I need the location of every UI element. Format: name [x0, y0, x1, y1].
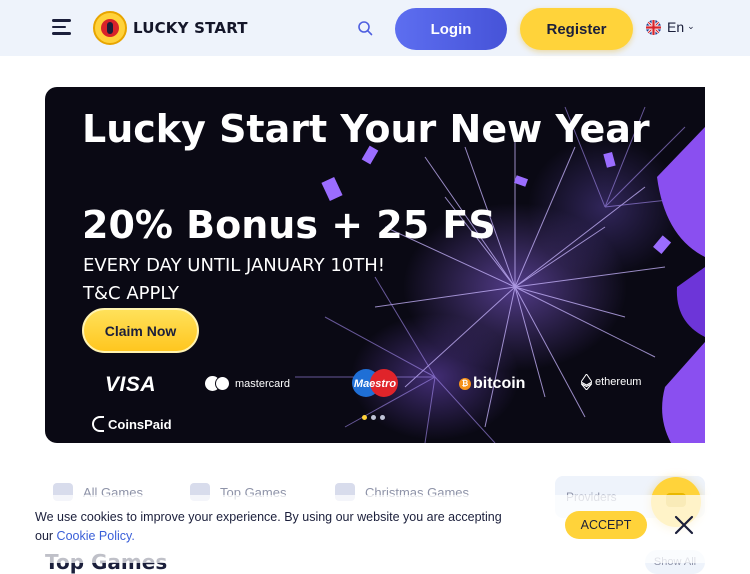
cookie-policy-link[interactable]: Cookie Policy. — [57, 529, 135, 543]
menu-icon[interactable] — [52, 19, 71, 35]
coinspaid-label: CoinsPaid — [108, 416, 172, 432]
chevron-down-icon: ⌄ — [687, 22, 695, 32]
banner-terms: T&C APPLY — [83, 283, 179, 304]
bitcoin-logo: ₿ bitcoin — [459, 375, 525, 393]
bitcoin-label: bitcoin — [473, 375, 526, 392]
language-selector[interactable]: En ⌄ — [646, 19, 695, 35]
ethereum-logo: ethereum — [581, 374, 641, 390]
carousel-dots — [362, 415, 389, 420]
mastercard-label: mastercard — [235, 377, 291, 390]
register-button[interactable]: Register — [520, 8, 633, 50]
accept-cookies-button[interactable]: ACCEPT — [565, 511, 647, 539]
coinspaid-logo: CoinsPaid — [92, 416, 172, 432]
language-label: En — [667, 19, 685, 35]
cookie-banner: We use cookies to improve your experienc… — [0, 495, 750, 563]
banner-bonus: 20% Bonus + 25 FS — [82, 203, 496, 247]
login-button[interactable]: Login — [395, 8, 507, 50]
brand-name: LUCKY START — [133, 19, 248, 37]
maestro-label: Maestro — [354, 378, 396, 390]
site-header: LUCKY START Login Register En ⌄ — [0, 0, 750, 56]
mastercard-logo: mastercard — [205, 376, 290, 391]
promo-banner[interactable]: Lucky Start Your New Year 20% Bonus + 25… — [45, 87, 705, 443]
banner-title: Lucky Start Your New Year — [82, 107, 650, 151]
search-icon[interactable] — [357, 20, 373, 36]
site-logo[interactable]: LUCKY START — [93, 11, 248, 45]
banner-subtitle: EVERY DAY UNTIL JANUARY 10TH! — [83, 255, 385, 276]
close-icon[interactable] — [673, 514, 695, 536]
cookie-message: We use cookies to improve your experienc… — [35, 508, 505, 546]
visa-logo: VISA — [105, 373, 157, 396]
ladybug-logo-icon — [93, 11, 127, 45]
ethereum-label: ethereum — [595, 376, 642, 388]
maestro-logo: Maestro — [352, 369, 398, 397]
carousel-dot-2[interactable] — [371, 415, 376, 420]
ethereum-icon — [581, 374, 592, 390]
carousel-dot-1[interactable] — [362, 415, 367, 420]
carousel-dot-3[interactable] — [380, 415, 385, 420]
uk-flag-icon — [646, 19, 661, 35]
claim-now-button[interactable]: Claim Now — [82, 308, 199, 353]
